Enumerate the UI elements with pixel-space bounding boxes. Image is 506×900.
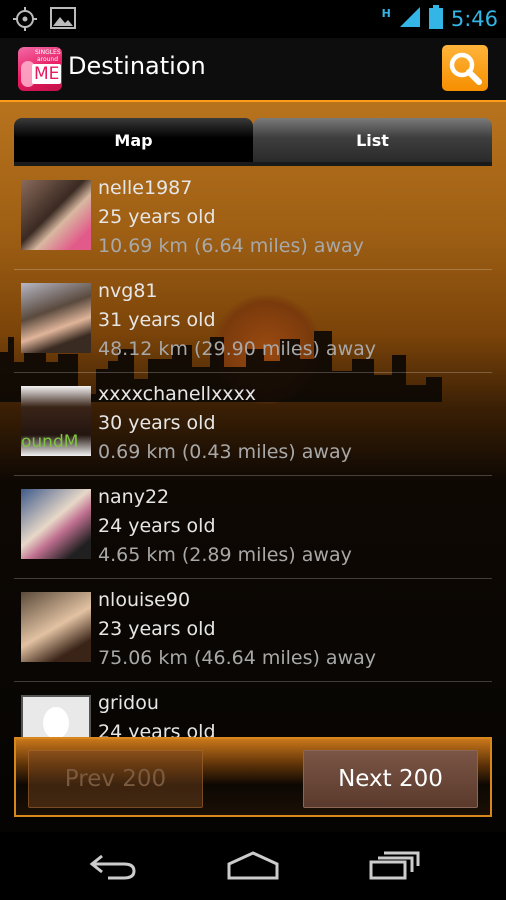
user-name: nlouise90: [98, 589, 191, 611]
avatar: [21, 180, 91, 250]
battery-icon: [428, 5, 443, 33]
next-page-button[interactable]: Next 200: [303, 750, 478, 808]
logo-main-text: ME: [32, 64, 62, 84]
user-distance: 48.12 km (29.90 miles) away: [98, 338, 377, 360]
user-name: nelle1987: [98, 177, 193, 199]
list-item[interactable]: oundM xxxxchanellxxxx 30 years old 0.69 …: [14, 373, 492, 476]
user-list: nelle1987 25 years old 10.69 km (6.64 mi…: [14, 167, 492, 785]
user-name: xxxxchanellxxxx: [98, 383, 257, 405]
user-age: 23 years old: [98, 618, 216, 640]
user-name: nany22: [98, 486, 170, 508]
avatar-watermark-text: oundM: [21, 432, 79, 452]
prev-page-button[interactable]: Prev 200: [28, 750, 203, 808]
app-logo-icon[interactable]: SINGLES around ME: [18, 47, 62, 91]
list-item[interactable]: nelle1987 25 years old 10.69 km (6.64 mi…: [14, 167, 492, 270]
network-type-label: H: [381, 6, 391, 20]
user-age: 30 years old: [98, 412, 216, 434]
user-age: 24 years old: [98, 515, 216, 537]
recent-apps-icon[interactable]: [368, 850, 420, 880]
status-right-icons: H 5:46: [382, 5, 498, 33]
back-icon[interactable]: [88, 850, 138, 880]
signal-icon: [399, 6, 421, 32]
user-name: gridou: [98, 692, 159, 714]
home-icon[interactable]: [226, 850, 280, 880]
logo-top-text: SINGLES around: [35, 49, 61, 63]
view-tabs: Map List: [14, 118, 492, 162]
status-left-icons: [12, 6, 76, 36]
list-item[interactable]: nany22 24 years old 4.65 km (2.89 miles)…: [14, 476, 492, 579]
user-distance: 10.69 km (6.64 miles) away: [98, 235, 364, 257]
avatar: [21, 283, 91, 353]
search-button[interactable]: [442, 45, 488, 91]
avatar: [21, 592, 91, 662]
tab-list[interactable]: List: [253, 118, 492, 162]
list-item[interactable]: nvg81 31 years old 48.12 km (29.90 miles…: [14, 270, 492, 373]
user-age: 31 years old: [98, 309, 216, 331]
user-distance: 4.65 km (2.89 miles) away: [98, 544, 352, 566]
action-bar: SINGLES around ME Destination: [0, 38, 506, 100]
tabs-underline: [14, 162, 492, 166]
user-distance: 75.06 km (46.64 miles) away: [98, 647, 377, 669]
pagination-bar: Prev 200 Next 200: [14, 737, 492, 817]
image-notification-icon: [50, 6, 76, 36]
user-name: nvg81: [98, 280, 158, 302]
avatar: [21, 489, 91, 559]
magnifier-icon: [449, 52, 482, 85]
content-area: Map List nelle1987 25 years old 10.69 km…: [0, 102, 506, 832]
gps-icon: [12, 6, 38, 36]
system-nav-bar: [0, 832, 506, 900]
avatar: oundM: [21, 386, 91, 456]
clock: 5:46: [450, 7, 498, 31]
user-distance: 0.69 km (0.43 miles) away: [98, 441, 352, 463]
user-age: 25 years old: [98, 206, 216, 228]
tab-map[interactable]: Map: [14, 118, 253, 162]
list-item[interactable]: nlouise90 23 years old 75.06 km (46.64 m…: [14, 579, 492, 682]
page-title: Destination: [68, 52, 206, 80]
status-bar: H 5:46: [0, 0, 506, 38]
